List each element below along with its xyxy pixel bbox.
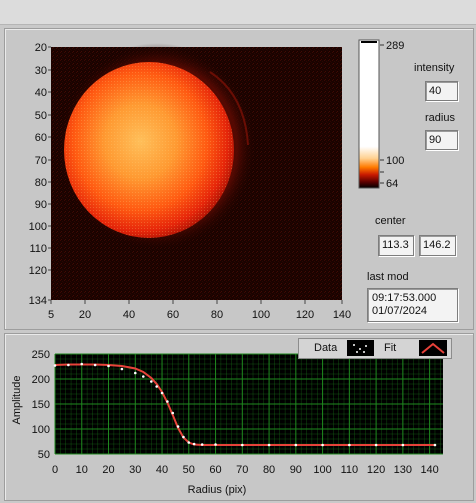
data-point: [166, 400, 169, 403]
data-point: [433, 443, 437, 447]
x-tick-label: 80: [263, 464, 275, 476]
x-tick-label: 70: [236, 464, 248, 476]
x-tick-label: 0: [52, 464, 58, 476]
last-mod-time: 09:17:53.000: [372, 292, 437, 304]
center-label: center: [375, 215, 406, 227]
last-mod-date: 01/07/2024: [372, 305, 428, 317]
image-y-tick-label: 30: [35, 65, 47, 77]
y-tick-label: 200: [32, 374, 50, 386]
data-point: [182, 435, 185, 439]
data-point: [241, 443, 244, 447]
data-point: [93, 363, 97, 367]
data-point: [133, 371, 137, 375]
colorbar: 289 100 64: [358, 39, 404, 190]
image-x-tick-label: 20: [79, 309, 91, 321]
data-point: [401, 443, 405, 447]
data-point: [155, 385, 158, 388]
data-point: [294, 443, 298, 447]
image-x-tick-label: 80: [211, 309, 223, 321]
data-point: [150, 380, 153, 383]
data-point: [176, 425, 180, 428]
x-tick-label: 10: [76, 464, 88, 476]
x-tick-label: 20: [102, 464, 114, 476]
data-point: [171, 411, 175, 415]
image-x-tick-label: 100: [252, 309, 270, 321]
image-x-tick-label: 140: [333, 309, 351, 321]
radius-field[interactable]: 90: [425, 130, 458, 150]
colorbar-mid-label: 100: [386, 155, 404, 167]
image-y-tick-label: 120: [29, 265, 47, 277]
plot-y-axis: 50 100 150 200 250: [32, 349, 50, 461]
data-point: [200, 443, 204, 446]
x-tick-label: 40: [156, 464, 168, 476]
plot-legend[interactable]: Data Fit: [298, 338, 452, 359]
legend-data-swatch: [347, 340, 374, 356]
image-x-tick-label: 5: [48, 309, 54, 321]
x-tick-label: 120: [367, 464, 385, 476]
colorbar-max-label: 289: [386, 40, 404, 52]
legend-fit-swatch: [419, 340, 447, 356]
image-y-axis: 20 30 40 50 60 70 80 90 100 110 120 134: [29, 42, 51, 307]
image-y-tick-label: 80: [35, 177, 47, 189]
data-point: [67, 363, 70, 367]
last-mod-label: last mod: [367, 271, 409, 283]
x-tick-label: 30: [129, 464, 141, 476]
image-y-tick-label: 134: [29, 295, 47, 307]
image-y-tick-label: 60: [35, 132, 47, 144]
image-y-tick-label: 70: [35, 155, 47, 167]
data-point: [160, 391, 164, 395]
x-tick-label: 140: [420, 464, 438, 476]
radius-label: radius: [425, 112, 455, 124]
x-tick-label: 110: [341, 464, 359, 476]
colorbar-min-label: 64: [386, 178, 398, 190]
plot-grid: [54, 353, 443, 455]
data-point: [142, 375, 145, 378]
center-x-field[interactable]: 113.3: [378, 235, 414, 256]
image-x-axis: 5 20 40 60 80 100 120 140: [48, 300, 351, 321]
data-point: [107, 364, 110, 368]
plot-x-axis: 0 10 20 30 40 50 60 70 80 90 100 110 120 130 140: [52, 464, 439, 476]
image-y-tick-label: 110: [29, 243, 47, 255]
image-x-tick-label: 40: [123, 309, 135, 321]
y-tick-label: 50: [38, 449, 50, 461]
y-tick-label: 150: [32, 399, 50, 411]
data-point: [80, 362, 84, 366]
intensity-field[interactable]: 40: [425, 81, 458, 101]
image-x-tick-label: 60: [167, 309, 179, 321]
x-axis-title: Radius (pix): [188, 484, 247, 496]
y-tick-label: 250: [32, 349, 50, 361]
y-axis-title: Amplitude: [11, 376, 23, 425]
image-y-tick-label: 90: [35, 199, 47, 211]
legend-fit-label: Fit: [384, 342, 397, 354]
x-tick-label: 60: [209, 464, 221, 476]
intensity-label: intensity: [414, 62, 455, 74]
data-point: [348, 443, 351, 447]
x-tick-label: 130: [394, 464, 412, 476]
legend-data-label: Data: [314, 342, 338, 354]
center-y-field[interactable]: 146.2: [419, 235, 456, 256]
image-y-tick-label: 50: [35, 110, 47, 122]
data-point: [120, 367, 124, 371]
y-tick-label: 100: [32, 424, 50, 436]
last-mod-field[interactable]: 09:17:53.000 01/07/2024: [367, 288, 458, 322]
image-y-tick-label: 40: [35, 87, 47, 99]
data-point: [374, 443, 378, 447]
image-y-tick-label: 100: [29, 221, 47, 233]
x-tick-label: 100: [313, 464, 331, 476]
x-tick-label: 90: [290, 464, 302, 476]
data-point: [192, 442, 196, 446]
data-point: [214, 443, 217, 446]
image-y-tick-label: 20: [35, 42, 47, 54]
image-area[interactable]: [51, 43, 342, 300]
data-point: [267, 443, 271, 447]
x-tick-label: 50: [183, 464, 195, 476]
data-point: [187, 441, 191, 444]
image-x-tick-label: 120: [296, 309, 314, 321]
data-point: [53, 364, 57, 367]
data-point: [321, 443, 324, 447]
